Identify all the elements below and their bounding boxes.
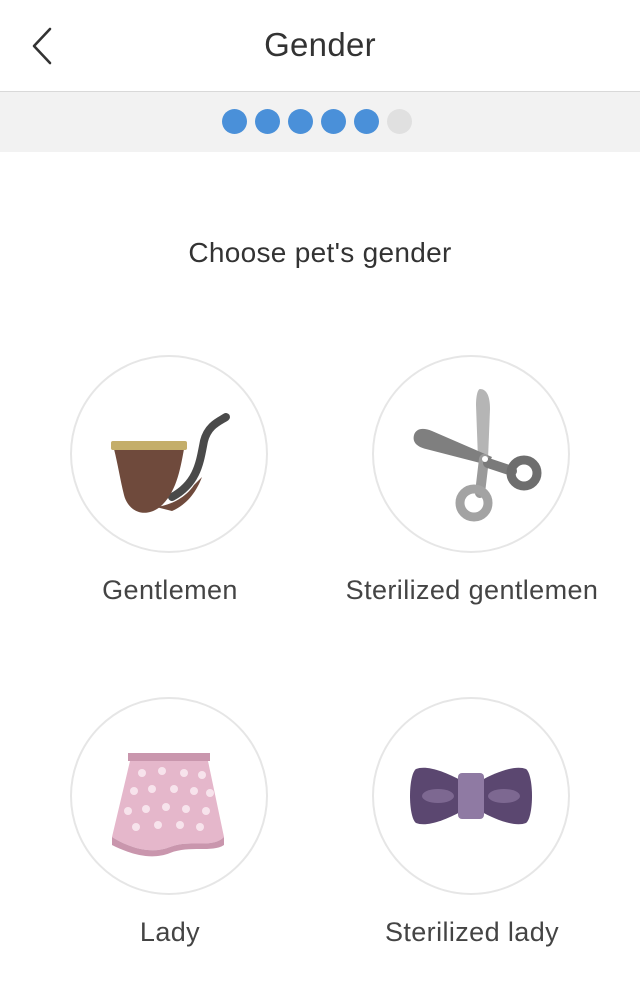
prompt-text: Choose pet's gender: [188, 237, 452, 268]
page-title: Gender: [264, 26, 376, 63]
step-dot-4: [321, 109, 346, 134]
pipe-icon: [111, 413, 230, 513]
option-label: Sterilized lady: [384, 917, 560, 947]
option-sterilized-gentlemen[interactable]: Sterilized gentlemen: [322, 355, 622, 655]
skirt-icon: [112, 753, 224, 857]
option-sterilized-lady[interactable]: Sterilized lady: [322, 697, 622, 997]
option-gentlemen[interactable]: Gentlemen: [20, 355, 320, 655]
scissors-icon: [413, 389, 542, 522]
option-circle[interactable]: [70, 355, 268, 553]
step-dot-1: [222, 109, 247, 134]
step-dot-5: [354, 109, 379, 134]
option-lady[interactable]: Lady: [20, 697, 320, 997]
option-circle[interactable]: [70, 697, 268, 895]
nav-bar: Gender: [0, 0, 640, 92]
option-label: Lady: [139, 917, 201, 947]
step-dot-2: [255, 109, 280, 134]
step-dot-3: [288, 109, 313, 134]
bow-tie-icon: [410, 767, 532, 825]
option-circle[interactable]: [372, 355, 570, 553]
option-label: Gentlemen: [102, 575, 238, 605]
step-indicator: [222, 109, 412, 135]
option-label: Sterilized gentlemen: [345, 575, 599, 605]
option-circle[interactable]: [372, 697, 570, 895]
step-dot-6: [387, 109, 412, 134]
